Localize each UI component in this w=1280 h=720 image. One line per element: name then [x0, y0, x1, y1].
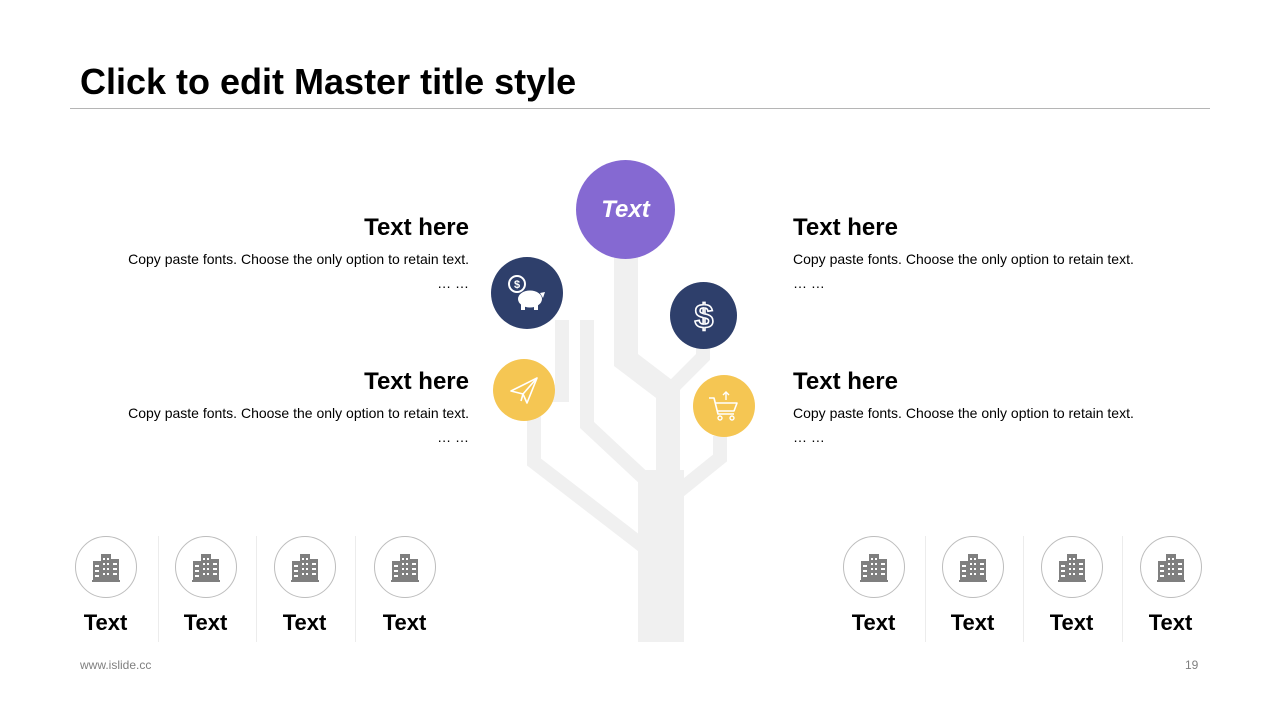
- building-icon: [958, 554, 987, 582]
- building-icon: [1156, 554, 1185, 582]
- building-item: Text: [56, 536, 155, 636]
- building-icon: [859, 554, 888, 582]
- text-block-top-left: Text here Copy paste fonts. Choose the o…: [109, 214, 469, 292]
- building-label[interactable]: Text: [923, 610, 1022, 636]
- building-ring: [1040, 536, 1103, 598]
- slide: Click to edit Master title style Text $ …: [0, 0, 1280, 720]
- footer-url: www.islide.cc: [80, 658, 152, 672]
- building-icon: [290, 554, 319, 582]
- building-item: Text: [1121, 536, 1220, 636]
- text-block-top-right: Text here Copy paste fonts. Choose the o…: [793, 214, 1153, 292]
- building-label[interactable]: Text: [56, 610, 155, 636]
- block-heading[interactable]: Text here: [109, 368, 469, 396]
- block-heading[interactable]: Text here: [793, 368, 1153, 396]
- page-number: 19: [1185, 658, 1199, 672]
- block-ellipsis: … …: [437, 275, 469, 291]
- paper-plane-icon: [510, 377, 538, 404]
- building-item: Text: [156, 536, 255, 636]
- building-ring: [941, 536, 1004, 598]
- block-ellipsis: … …: [793, 429, 825, 445]
- building-ring: [373, 536, 436, 598]
- cart-icon: [709, 391, 738, 421]
- block-heading[interactable]: Text here: [793, 214, 1153, 242]
- piggy-bank-circle: $: [491, 257, 563, 329]
- block-body[interactable]: Copy paste fonts. Choose the only option…: [109, 250, 469, 268]
- block-body[interactable]: Copy paste fonts. Choose the only option…: [109, 404, 469, 422]
- svg-text:$: $: [514, 279, 520, 291]
- building-label[interactable]: Text: [255, 610, 354, 636]
- building-label[interactable]: Text: [355, 610, 454, 636]
- block-ellipsis: … …: [437, 429, 469, 445]
- building-icon: [1057, 554, 1086, 582]
- building-label[interactable]: Text: [1121, 610, 1220, 636]
- text-block-bottom-left: Text here Copy paste fonts. Choose the o…: [109, 368, 469, 446]
- block-heading[interactable]: Text here: [109, 214, 469, 242]
- dollar-circle: $: [670, 282, 737, 349]
- paper-plane-circle: [493, 359, 555, 421]
- building-item: Text: [923, 536, 1022, 636]
- central-text-circle: Text: [576, 160, 675, 259]
- building-ring: [1139, 536, 1202, 598]
- building-item: Text: [255, 536, 354, 636]
- block-body[interactable]: Copy paste fonts. Choose the only option…: [793, 404, 1153, 422]
- cart-circle: [693, 375, 755, 437]
- dollar-icon: $: [693, 297, 714, 335]
- block-ellipsis: … …: [793, 275, 825, 291]
- building-icon: [191, 554, 220, 582]
- building-ring: [74, 536, 137, 598]
- piggy-bank-icon: $: [508, 275, 545, 310]
- central-text-label: Text: [601, 195, 650, 223]
- building-ring: [842, 536, 905, 598]
- building-label[interactable]: Text: [156, 610, 255, 636]
- building-icon: [91, 554, 120, 582]
- building-ring: [174, 536, 237, 598]
- svg-text:$: $: [694, 298, 713, 335]
- building-item: Text: [355, 536, 454, 636]
- building-item: Text: [1022, 536, 1121, 636]
- building-label[interactable]: Text: [824, 610, 923, 636]
- building-label[interactable]: Text: [1022, 610, 1121, 636]
- building-item: Text: [824, 536, 923, 636]
- building-icon: [390, 554, 419, 582]
- text-block-bottom-right: Text here Copy paste fonts. Choose the o…: [793, 368, 1153, 446]
- block-body[interactable]: Copy paste fonts. Choose the only option…: [793, 250, 1153, 268]
- building-ring: [273, 536, 336, 598]
